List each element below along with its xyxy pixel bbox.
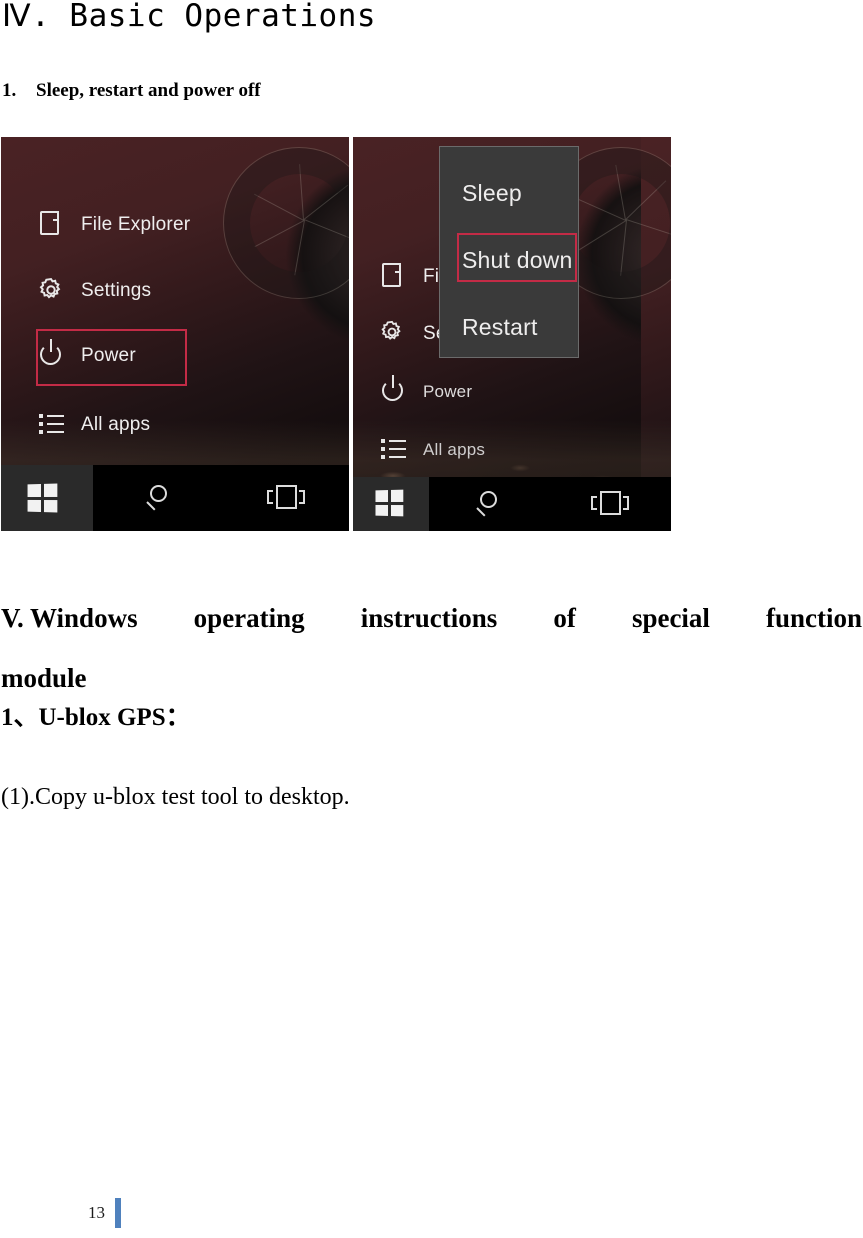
taskbar-right bbox=[353, 477, 671, 531]
subsection-heading-ublox-gps: 1、U-blox GPS： bbox=[1, 704, 191, 731]
start-menu-item-all-apps[interactable]: All apps bbox=[375, 431, 485, 467]
wheel-spokes-decoration bbox=[249, 164, 349, 276]
start-menu-item-settings[interactable]: Se bbox=[375, 315, 447, 351]
page-footer: 13 bbox=[88, 1198, 121, 1228]
heading-sleep-restart-power-off: 1. Sleep, restart and power off bbox=[2, 80, 261, 102]
section-word: function bbox=[766, 603, 863, 633]
heading-number: 1. bbox=[2, 80, 17, 101]
all-apps-list-icon bbox=[375, 435, 411, 463]
page-accent-bar bbox=[115, 1198, 121, 1228]
section-word: special bbox=[631, 603, 710, 633]
right-screenshot: Fil Se Power All apps Sleep Shut down Re… bbox=[353, 137, 671, 531]
search-icon bbox=[475, 491, 501, 517]
all-apps-list-icon bbox=[33, 410, 69, 438]
context-menu-item-shut-down[interactable]: Shut down bbox=[462, 247, 573, 274]
start-button[interactable] bbox=[1, 465, 93, 531]
context-menu-item-sleep[interactable]: Sleep bbox=[462, 180, 522, 207]
file-explorer-icon bbox=[375, 262, 411, 290]
search-button[interactable] bbox=[93, 465, 223, 531]
start-menu-item-all-apps[interactable]: All apps bbox=[33, 406, 150, 442]
windows-logo-icon bbox=[27, 483, 58, 513]
search-button[interactable] bbox=[429, 477, 549, 531]
section-word: operating bbox=[193, 603, 305, 633]
task-view-icon bbox=[591, 491, 629, 517]
task-view-icon bbox=[267, 485, 305, 511]
taskbar-left bbox=[1, 465, 349, 531]
start-menu-item-label: Power bbox=[423, 381, 473, 401]
section-heading-windows-instructions: V. Windows operating instructions of spe… bbox=[1, 592, 862, 644]
start-menu-item-power[interactable]: Power bbox=[33, 337, 136, 373]
start-menu-item-label: All apps bbox=[423, 439, 486, 459]
section-word: of bbox=[553, 603, 576, 633]
start-menu-item-file-explorer[interactable]: File Explorer bbox=[33, 206, 190, 242]
task-view-button[interactable] bbox=[549, 477, 671, 531]
start-menu-item-file-explorer[interactable]: Fil bbox=[375, 258, 444, 294]
start-menu-item-power[interactable]: Power bbox=[375, 373, 472, 409]
start-button[interactable] bbox=[353, 477, 429, 531]
wheel-spokes-decoration bbox=[571, 164, 671, 276]
start-menu-item-label: Settings bbox=[81, 279, 152, 301]
start-menu-item-label: File Explorer bbox=[81, 213, 191, 235]
section-word: V. Windows bbox=[1, 603, 138, 633]
power-icon bbox=[375, 375, 411, 405]
figure-start-menu-pair: File Explorer Settings Power All apps Fi… bbox=[1, 137, 671, 531]
start-menu-item-settings[interactable]: Settings bbox=[33, 272, 151, 308]
section-word: instructions bbox=[360, 603, 498, 633]
context-menu-item-restart[interactable]: Restart bbox=[462, 314, 538, 341]
body-paragraph-copy-tool: (1).Copy u-blox test tool to desktop. bbox=[1, 784, 350, 810]
settings-gear-icon bbox=[375, 319, 411, 347]
page-title: Ⅳ. Basic Operations bbox=[2, 0, 377, 34]
start-menu-item-label: Power bbox=[81, 344, 136, 366]
start-menu-item-label: All apps bbox=[81, 413, 151, 435]
left-screenshot: File Explorer Settings Power All apps bbox=[1, 137, 349, 531]
power-context-menu: Sleep Shut down Restart bbox=[439, 146, 579, 358]
page-number: 13 bbox=[88, 1203, 105, 1222]
file-explorer-icon bbox=[33, 210, 69, 238]
settings-gear-icon bbox=[33, 276, 69, 304]
windows-logo-icon bbox=[375, 489, 404, 517]
heading-label: Sleep, restart and power off bbox=[36, 80, 261, 101]
search-icon bbox=[145, 485, 171, 511]
power-icon bbox=[33, 339, 69, 369]
task-view-button[interactable] bbox=[223, 465, 349, 531]
